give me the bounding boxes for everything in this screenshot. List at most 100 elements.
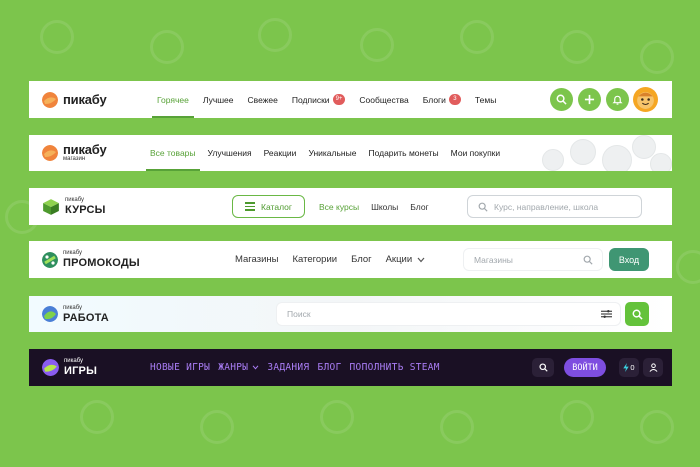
nav-blog[interactable]: Блог bbox=[344, 254, 379, 265]
nav-blog[interactable]: БЛОГ bbox=[313, 362, 345, 373]
nav-hot[interactable]: Горячее bbox=[150, 81, 196, 118]
nav-tasks[interactable]: ЗАДАНИЯ bbox=[263, 362, 313, 373]
nav-label: Подарить монеты bbox=[368, 148, 439, 158]
pikabu-shop-logo[interactable]: пикабу магазин bbox=[42, 135, 107, 171]
login-label: Вход bbox=[618, 254, 640, 265]
logo-big-text: КУРСЫ bbox=[65, 204, 106, 216]
avatar[interactable] bbox=[633, 87, 658, 112]
logo-small-text: пикабу bbox=[65, 197, 84, 203]
plus-icon bbox=[584, 94, 595, 105]
logo-text: пикабу bbox=[63, 141, 107, 157]
search-icon bbox=[632, 309, 643, 320]
nav-label: ПОПОЛНИТЬ STEAM bbox=[349, 362, 440, 373]
nav-all-courses[interactable]: Все курсы bbox=[313, 202, 365, 212]
search-icon bbox=[478, 202, 488, 212]
pikabu-games-logo[interactable]: пикабу ИГРЫ bbox=[42, 349, 97, 386]
create-post-button[interactable] bbox=[578, 88, 601, 111]
pikabu-jobs-logo[interactable]: пикабу РАБОТА bbox=[42, 296, 109, 332]
nav-label: Все курсы bbox=[319, 201, 360, 212]
games-nav: НОВЫЕ ИГРЫ ЖАНРЫ ЗАДАНИЯ БЛОГ ПОПОЛНИТЬ … bbox=[146, 349, 444, 386]
cube-logo-icon bbox=[43, 198, 59, 215]
nav-label: Мои покупки bbox=[450, 148, 501, 158]
promo-logo-icon bbox=[42, 251, 58, 268]
nav-upgrades[interactable]: Улучшения bbox=[202, 135, 258, 171]
pikabu-logo-icon bbox=[42, 91, 58, 108]
nav-label: Блог bbox=[410, 201, 429, 212]
courses-nav: Все курсы Школы Блог bbox=[313, 188, 435, 225]
background-pattern bbox=[0, 0, 700, 467]
nav-label: Свежее bbox=[247, 94, 278, 105]
nav-label: Категории bbox=[292, 254, 338, 265]
nav-fresh[interactable]: Свежее bbox=[241, 81, 285, 118]
login-button[interactable]: ВОЙТИ bbox=[564, 358, 606, 377]
shop-nav: Все товары Улучшения Реакции Уникальные … bbox=[144, 135, 506, 171]
nav-label: Подписки bbox=[291, 94, 330, 105]
nav-deals[interactable]: Акции bbox=[379, 254, 433, 265]
login-label: ВОЙТИ bbox=[572, 362, 598, 373]
logo-small-text: пикабу bbox=[63, 304, 82, 311]
nav-genres[interactable]: ЖАНРЫ bbox=[214, 362, 263, 373]
profile-button[interactable] bbox=[643, 358, 663, 377]
pikabu-promo-logo[interactable]: пикабу ПРОМОКОДЫ bbox=[42, 241, 140, 278]
notifications-button[interactable] bbox=[606, 88, 629, 111]
nav-label: Улучшения bbox=[207, 148, 252, 158]
menu-icon bbox=[245, 200, 256, 213]
nav-label: Блоги bbox=[422, 94, 446, 105]
promo-search-input[interactable]: Магазины bbox=[463, 248, 603, 271]
nav-schools[interactable]: Школы bbox=[365, 202, 404, 212]
nav-categories[interactable]: Категории bbox=[285, 254, 344, 265]
catalog-label: Каталог bbox=[261, 201, 292, 212]
login-button[interactable]: Вход bbox=[609, 248, 649, 271]
jobs-search-input[interactable]: Поиск bbox=[276, 302, 621, 326]
nav-communities[interactable]: Сообщества bbox=[352, 81, 415, 118]
nav-reactions[interactable]: Реакции bbox=[258, 135, 303, 171]
notification-badge: 3 bbox=[448, 94, 461, 105]
nav-label: Блог bbox=[351, 254, 372, 265]
catalog-button[interactable]: Каталог bbox=[232, 195, 305, 218]
search-icon bbox=[583, 255, 593, 265]
nav-label: БЛОГ bbox=[317, 362, 342, 373]
coins-decoration bbox=[532, 135, 672, 171]
pikabu-courses-logo[interactable]: пикабу КУРСЫ bbox=[42, 188, 106, 225]
nav-label: Уникальные bbox=[308, 148, 357, 158]
energy-counter[interactable]: 0 bbox=[619, 358, 639, 377]
nav-all-products[interactable]: Все товары bbox=[144, 135, 202, 171]
nav-subscriptions[interactable]: Подписки 9+ bbox=[285, 81, 353, 118]
pikabu-logo[interactable]: пикабу bbox=[42, 81, 107, 118]
nav-blog[interactable]: Блог bbox=[404, 202, 434, 212]
nav-label: Горячее bbox=[157, 94, 189, 105]
filter-icon[interactable] bbox=[601, 309, 612, 319]
logo-small-text: пикабу bbox=[63, 250, 82, 256]
nav-label: Акции bbox=[385, 254, 413, 265]
nav-label: Темы bbox=[474, 94, 497, 105]
search-placeholder: Магазины bbox=[474, 254, 513, 265]
header-main: пикабу Горячее Лучшее Свежее Подписки 9+ … bbox=[29, 81, 672, 118]
main-nav: Горячее Лучшее Свежее Подписки 9+ Сообщес… bbox=[150, 81, 503, 118]
nav-topup-steam[interactable]: ПОПОЛНИТЬ STEAM bbox=[346, 362, 444, 373]
nav-best[interactable]: Лучшее bbox=[196, 81, 241, 118]
nav-my-purchases[interactable]: Мои покупки bbox=[445, 135, 506, 171]
logo-text: пикабу bbox=[63, 92, 107, 107]
nav-gift-coins[interactable]: Подарить монеты bbox=[362, 135, 444, 171]
logo-big-text: ИГРЫ bbox=[64, 365, 98, 377]
courses-search-input[interactable]: Курс, направление, школа bbox=[467, 195, 642, 218]
nav-label: ЖАНРЫ bbox=[218, 362, 249, 373]
search-icon bbox=[556, 94, 567, 105]
search-button[interactable] bbox=[532, 358, 554, 377]
chevron-down-icon bbox=[252, 365, 259, 370]
nav-shops[interactable]: Магазины bbox=[228, 254, 285, 265]
header-promocodes: пикабу ПРОМОКОДЫ Магазины Категории Блог… bbox=[29, 241, 672, 278]
nav-new-games[interactable]: НОВЫЕ ИГРЫ bbox=[146, 362, 214, 373]
nav-label: Магазины bbox=[235, 254, 279, 265]
nav-label: ЗАДАНИЯ bbox=[267, 362, 310, 373]
chevron-down-icon bbox=[417, 257, 425, 262]
pikabu-logo-icon bbox=[42, 145, 58, 161]
header-jobs: пикабу РАБОТА Поиск bbox=[29, 296, 672, 332]
nav-label: Школы bbox=[371, 201, 399, 212]
nav-unique[interactable]: Уникальные bbox=[302, 135, 362, 171]
nav-topics[interactable]: Темы bbox=[468, 81, 503, 118]
nav-label: НОВЫЕ ИГРЫ bbox=[150, 362, 211, 373]
search-button[interactable] bbox=[625, 302, 649, 326]
search-button[interactable] bbox=[550, 88, 573, 111]
nav-blogs[interactable]: Блоги 3 bbox=[416, 81, 468, 118]
